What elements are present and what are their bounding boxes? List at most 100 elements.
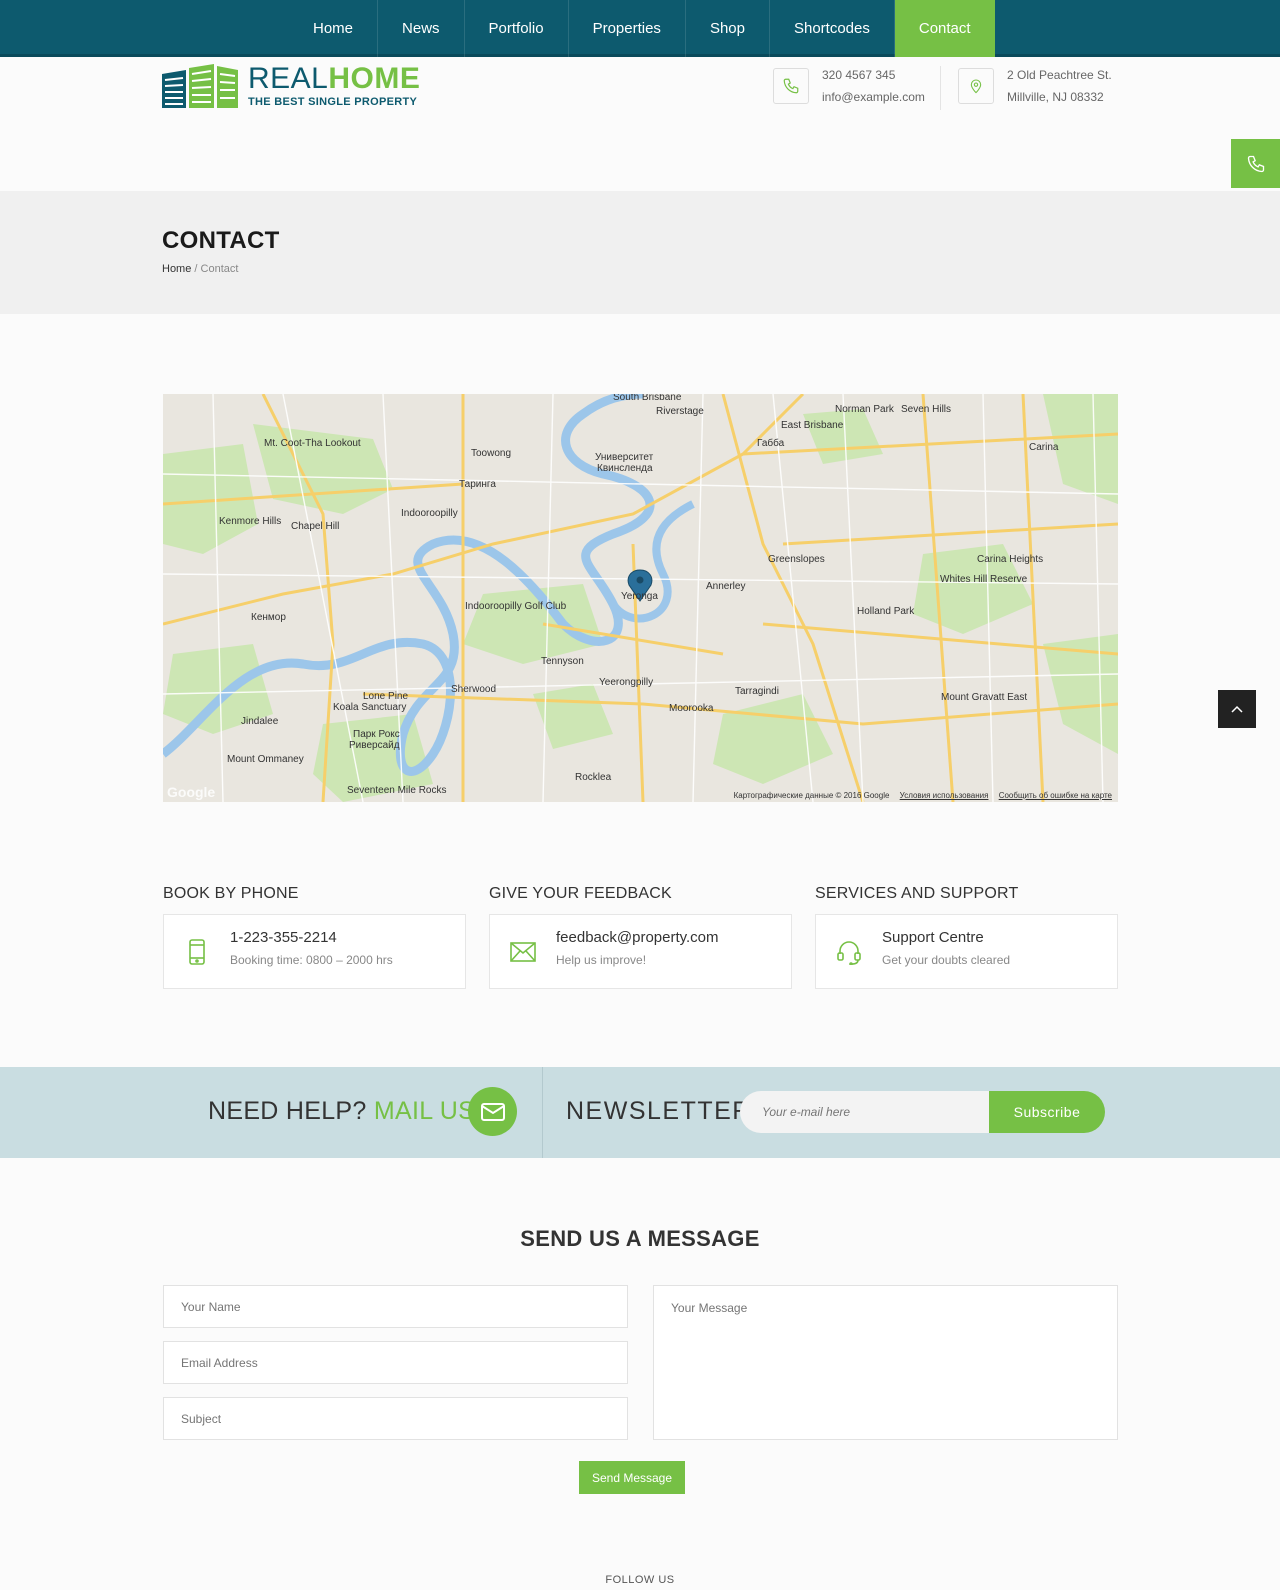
svg-text:Holland Park: Holland Park: [857, 606, 915, 617]
svg-text:Tarragindi: Tarragindi: [735, 686, 779, 697]
map-terms-link[interactable]: Условия использования: [900, 791, 989, 800]
svg-text:Университет: Университет: [595, 452, 654, 463]
chevron-up-icon: [1231, 705, 1243, 713]
support-centre-title[interactable]: Support Centre: [882, 929, 984, 946]
map-data-credit: Картографические данные © 2016 Google: [733, 791, 890, 800]
envelope-icon: [480, 1102, 505, 1121]
feedback-heading: GIVE YOUR FEEDBACK: [489, 885, 672, 902]
mail-us-button[interactable]: [468, 1087, 517, 1136]
map-footer: Картографические данные © 2016 Google Ус…: [726, 791, 1112, 800]
headset-icon: [834, 937, 864, 967]
nav-item-contact[interactable]: Contact: [894, 0, 995, 57]
svg-text:Greenslopes: Greenslopes: [768, 554, 825, 565]
google-logo: Google: [167, 784, 216, 800]
svg-text:Габба: Габба: [757, 437, 785, 449]
band-divider: [542, 1067, 543, 1158]
help-newsletter-band: NEED HELP? MAIL US NEWSLETTER Subscribe: [0, 1067, 1280, 1158]
svg-text:Carina Heights: Carina Heights: [977, 554, 1043, 565]
svg-text:Riverstage: Riverstage: [656, 406, 704, 417]
svg-text:Indooroopilly Golf Club: Indooroopilly Golf Club: [465, 601, 567, 612]
svg-text:Mount Ommaney: Mount Ommaney: [227, 754, 304, 765]
scroll-to-top-button[interactable]: [1218, 690, 1256, 728]
header-phone-info: 320 4567 345 info@example.com: [773, 68, 925, 108]
top-navigation: Home News Portfolio Properties Shop Shor…: [0, 0, 1280, 57]
svg-text:Seven Hills: Seven Hills: [901, 404, 951, 415]
svg-text:Moorooka: Moorooka: [669, 703, 714, 714]
header-address-info: 2 Old Peachtree St. Millville, NJ 08332: [958, 68, 1112, 108]
support-heading: SERVICES AND SUPPORT: [815, 885, 1019, 902]
logo-title: REALHOME: [248, 62, 421, 95]
booking-phone-number[interactable]: 1-223-355-2214: [230, 929, 337, 946]
svg-text:Seventeen Mile Rocks: Seventeen Mile Rocks: [347, 785, 447, 796]
header-phone-number: 320 4567 345: [822, 68, 896, 82]
nav-item-news[interactable]: News: [378, 0, 465, 57]
site-logo[interactable]: REALHOME THE BEST SINGLE PROPERTY: [162, 64, 420, 108]
svg-text:Kenmore Hills: Kenmore Hills: [219, 516, 281, 527]
svg-text:Кенмор: Кенмор: [251, 612, 286, 623]
header-address-line2: Millville, NJ 08332: [1007, 90, 1104, 104]
header-divider: [940, 66, 941, 110]
map-pin-label: Yeronga: [621, 591, 658, 602]
nav-item-home[interactable]: Home: [308, 0, 379, 57]
svg-text:Sherwood: Sherwood: [451, 684, 496, 695]
feedback-subtext: Help us improve!: [556, 953, 647, 967]
phone-icon: [773, 68, 809, 104]
svg-text:South Brisbane: South Brisbane: [613, 394, 682, 403]
subscribe-button[interactable]: Subscribe: [989, 1091, 1105, 1133]
google-map[interactable]: South Brisbane Riverstage Norman Park Se…: [163, 394, 1118, 802]
map-report-link[interactable]: Сообщить об ошибке на карте: [999, 791, 1112, 800]
need-help-text: NEED HELP? MAIL US: [208, 1097, 476, 1125]
svg-text:Whites Hill Reserve: Whites Hill Reserve: [940, 574, 1028, 585]
nav-item-shop[interactable]: Shop: [686, 0, 770, 57]
svg-text:Toowong: Toowong: [471, 448, 511, 459]
page-title-bar: CONTACT Home / Contact: [0, 191, 1280, 314]
svg-text:Chapel Hill: Chapel Hill: [291, 521, 339, 532]
send-message-button[interactable]: Send Message: [579, 1461, 685, 1494]
send-message-title: SEND US A MESSAGE: [520, 1226, 760, 1251]
location-pin-icon: [958, 68, 994, 104]
svg-text:Norman Park: Norman Park: [835, 404, 895, 415]
email-field[interactable]: [163, 1341, 628, 1384]
page-title: CONTACT: [162, 227, 280, 254]
name-field[interactable]: [163, 1285, 628, 1328]
nav-item-portfolio[interactable]: Portfolio: [465, 0, 569, 57]
logo-tagline: THE BEST SINGLE PROPERTY: [248, 96, 418, 108]
feedback-box: feedback@property.com Help us improve!: [489, 914, 792, 989]
booking-time: Booking time: 0800 – 2000 hrs: [230, 953, 393, 967]
newsletter-email-input[interactable]: [740, 1091, 990, 1133]
breadcrumb-home[interactable]: Home: [162, 263, 191, 275]
subject-field[interactable]: [163, 1397, 628, 1440]
svg-text:Indooroopilly: Indooroopilly: [401, 508, 458, 519]
follow-us-label: FOLLOW US: [605, 1574, 675, 1586]
svg-text:Mount Gravatt East: Mount Gravatt East: [941, 692, 1027, 703]
support-subtext: Get your doubts cleared: [882, 953, 1011, 967]
envelope-icon: [508, 937, 538, 967]
newsletter-title: NEWSLETTER: [566, 1097, 752, 1125]
svg-text:Carina: Carina: [1029, 442, 1059, 453]
breadcrumb: Home / Contact: [162, 263, 238, 275]
svg-text:Rocklea: Rocklea: [575, 772, 612, 783]
phone-icon: [1247, 155, 1264, 172]
feedback-email[interactable]: feedback@property.com: [556, 929, 719, 946]
svg-text:Таринга: Таринга: [459, 479, 496, 490]
svg-text:Annerley: Annerley: [706, 581, 745, 592]
svg-text:Lone Pine: Lone Pine: [363, 691, 408, 702]
support-box: Support Centre Get your doubts cleared: [815, 914, 1118, 989]
svg-text:Риверсайд: Риверсайд: [349, 740, 400, 751]
header-email[interactable]: info@example.com: [822, 86, 925, 108]
mobile-phone-icon: [182, 937, 212, 967]
nav-item-shortcodes[interactable]: Shortcodes: [770, 0, 895, 57]
breadcrumb-current: Contact: [200, 263, 239, 275]
logo-building-icon: [162, 64, 238, 108]
map-canvas: South Brisbane Riverstage Norman Park Se…: [163, 394, 1118, 802]
book-by-phone-heading: BOOK BY PHONE: [163, 885, 299, 902]
svg-text:Квинсленда: Квинсленда: [597, 463, 653, 474]
nav-item-properties[interactable]: Properties: [569, 0, 686, 57]
book-by-phone-box: 1-223-355-2214 Booking time: 0800 – 2000…: [163, 914, 466, 989]
floating-phone-button[interactable]: [1231, 139, 1280, 188]
breadcrumb-separator: /: [194, 263, 198, 275]
header-address-line1: 2 Old Peachtree St.: [1007, 68, 1112, 82]
svg-text:Jindalee: Jindalee: [241, 716, 279, 727]
svg-text:Koala Sanctuary: Koala Sanctuary: [333, 702, 406, 713]
message-field[interactable]: [653, 1285, 1118, 1440]
